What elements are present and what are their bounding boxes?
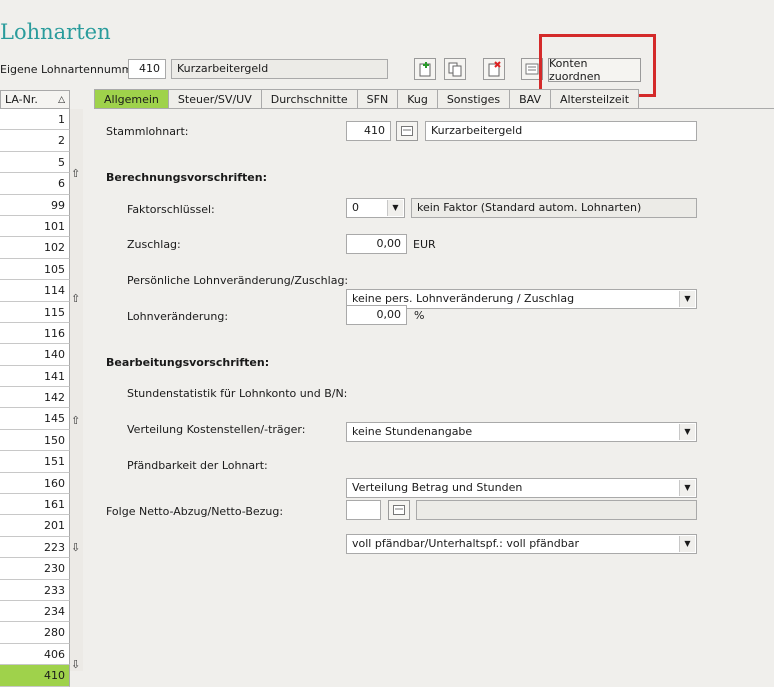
chevron-down-icon[interactable]: ▼ (679, 424, 695, 440)
own-name-field[interactable]: Kurzarbeitergeld (171, 59, 388, 79)
list-item[interactable]: 233 (0, 579, 70, 601)
lookup-icon (401, 126, 413, 136)
list-item[interactable]: 230 (0, 558, 70, 580)
garnishment-label: Pfändbarkeit der Lohnart: (127, 459, 268, 472)
lohnveraenderung-field[interactable]: 0,00 (346, 305, 407, 325)
zuschlag-unit: EUR (413, 238, 436, 251)
own-number-label: Eigene Lohnartennummer: (0, 63, 148, 76)
stammlohnart-lookup-button[interactable] (396, 121, 418, 141)
stammlohnart-label: Stammlohnart: (106, 125, 189, 138)
list-header-label: LA-Nr. (5, 93, 38, 106)
list-item[interactable]: 141 (0, 365, 70, 388)
list-item[interactable]: 116 (0, 322, 70, 345)
lohnveraenderung-label: Lohnveränderung: (127, 310, 229, 323)
list-item[interactable]: 1 (0, 109, 70, 131)
scroll-up-icon[interactable]: ⇧ (71, 292, 80, 305)
sort-asc-icon: △ (58, 94, 65, 105)
garnishment-select[interactable]: voll pfändbar/Unterhaltspf.: voll pfändb… (346, 534, 697, 554)
list-item[interactable]: 5 (0, 151, 70, 174)
delete-record-button[interactable] (483, 58, 505, 80)
list-item[interactable]: 410 (0, 665, 70, 687)
chevron-down-icon[interactable]: ▼ (679, 291, 695, 307)
new-icon (419, 62, 431, 77)
faktor-select[interactable]: 0 ▼ (346, 198, 405, 218)
tab-sonstiges[interactable]: Sonstiges (436, 89, 511, 108)
list-item[interactable]: 223 (0, 536, 70, 559)
distribution-label: Verteilung Kostenstellen/-träger: (127, 423, 306, 436)
list-item[interactable]: 101 (0, 215, 70, 238)
zuschlag-label: Zuschlag: (127, 238, 181, 251)
chevron-down-icon[interactable]: ▼ (387, 200, 403, 216)
stammlohnart-name-field[interactable]: Kurzarbeitergeld (425, 121, 697, 141)
chevron-down-icon[interactable]: ▼ (679, 480, 695, 496)
list-item[interactable]: 102 (0, 237, 70, 259)
list-item[interactable]: 140 (0, 344, 70, 366)
distribution-select[interactable]: Verteilung Betrag und Stunden ▼ (346, 478, 697, 498)
tab-altersteilzeit[interactable]: Altersteilzeit (550, 89, 640, 108)
hours-stat-label: Stundenstatistik für Lohnkonto und B/N: (127, 387, 348, 400)
list-item[interactable]: 115 (0, 301, 70, 323)
list-item[interactable]: 2 (0, 130, 70, 152)
folge-description (416, 500, 697, 520)
list-item[interactable]: 6 (0, 173, 70, 195)
list-item[interactable]: 280 (0, 622, 70, 644)
list-icon (525, 63, 539, 75)
faktor-label: Faktorschlüssel: (127, 203, 215, 216)
hours-stat-value: keine Stundenangabe (352, 425, 473, 438)
tab-kug[interactable]: Kug (397, 89, 438, 108)
list-item[interactable]: 142 (0, 387, 70, 409)
folge-field[interactable] (346, 500, 381, 520)
list-item[interactable]: 150 (0, 429, 70, 452)
tab-bav[interactable]: BAV (509, 89, 551, 108)
copy-record-button[interactable] (444, 58, 466, 80)
tab-bar: Allgemein Steuer/SV/UV Durchschnitte SFN Kug… (94, 89, 640, 109)
stammlohnart-field[interactable]: 410 (346, 121, 391, 141)
chevron-down-icon[interactable]: ▼ (679, 536, 695, 552)
step-up-icon[interactable]: ⇧ (71, 414, 80, 427)
la-number-list[interactable]: 1 2 5 6 99 101 102 105 114 115 116 140 141 142 145 150 1… (0, 109, 70, 687)
tab-allgemein[interactable]: Allgemein (94, 89, 169, 108)
list-item[interactable]: 145 (0, 408, 70, 430)
list-scrollbar[interactable]: ⇧ ⇧ ⇧ ⇩ ⇩ (70, 109, 83, 671)
garnishment-value: voll pfändbar/Unterhaltspf.: voll pfändb… (352, 537, 579, 550)
pers-change-value: keine pers. Lohnveränderung / Zuschlag (352, 292, 575, 305)
tab-panel-border (94, 108, 774, 109)
proc-section-heading: Bearbeitungsvorschriften: (106, 356, 270, 369)
hours-stat-select[interactable]: keine Stundenangabe ▼ (346, 422, 697, 442)
copy-icon (448, 62, 462, 77)
folge-label: Folge Netto-Abzug/Netto-Bezug: (106, 505, 284, 518)
tab-durchschnitte[interactable]: Durchschnitte (260, 89, 358, 108)
page-up-icon[interactable]: ⇧ (71, 167, 80, 180)
folge-lookup-button[interactable] (388, 500, 410, 520)
list-item[interactable]: 160 (0, 472, 70, 495)
scroll-down-icon[interactable]: ⇩ (71, 658, 80, 671)
page-title: Lohnarten (0, 20, 111, 44)
zuschlag-field[interactable]: 0,00 (346, 234, 407, 254)
highlight-rectangle (539, 34, 656, 97)
pers-change-label: Persönliche Lohnveränderung/Zuschlag: (127, 274, 349, 287)
own-number-field[interactable]: 410 (128, 59, 166, 79)
delete-icon (488, 61, 501, 77)
calc-section-heading: Berechnungsvorschriften: (106, 171, 267, 184)
tab-steuer-sv-uv[interactable]: Steuer/SV/UV (167, 89, 262, 108)
list-item[interactable]: 151 (0, 451, 70, 473)
list-item[interactable]: 161 (0, 494, 70, 516)
list-item[interactable]: 201 (0, 515, 70, 537)
lohnveraenderung-unit: % (414, 309, 425, 322)
distribution-value: Verteilung Betrag und Stunden (352, 481, 523, 494)
step-down-icon[interactable]: ⇩ (71, 541, 80, 554)
lookup-icon (393, 505, 405, 515)
list-item[interactable]: 406 (0, 643, 70, 666)
list-item[interactable]: 114 (0, 280, 70, 302)
list-item[interactable]: 105 (0, 258, 70, 281)
tab-sfn[interactable]: SFN (356, 89, 399, 108)
faktor-value: 0 (352, 201, 359, 214)
new-record-button[interactable] (414, 58, 436, 80)
list-item[interactable]: 234 (0, 600, 70, 623)
list-item[interactable]: 99 (0, 194, 70, 216)
list-header[interactable]: LA-Nr. △ (0, 90, 70, 109)
faktor-description: kein Faktor (Standard autom. Lohnarten) (411, 198, 697, 218)
